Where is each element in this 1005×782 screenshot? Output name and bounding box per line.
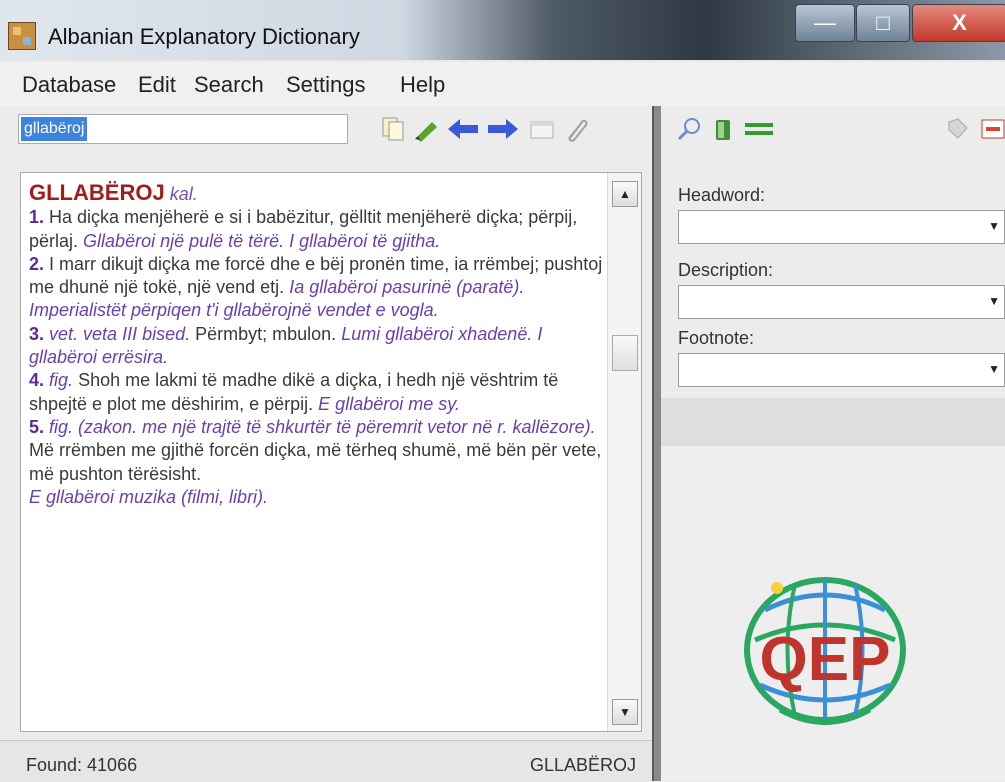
sense-number: 4. [29, 370, 45, 391]
sense-example: E gllabëroi me sy. [318, 393, 460, 414]
search-input-value: gllabëroj [21, 117, 88, 141]
menu-help[interactable]: Help [400, 72, 445, 98]
sense-example: Gllabëroi një pulë të tërë. I gllabëroi … [83, 230, 441, 251]
sense-number: 1. [29, 207, 45, 228]
copy-icon[interactable] [380, 116, 406, 142]
scroll-up-button[interactable]: ▲ [612, 181, 638, 207]
maximize-icon: □ [876, 10, 890, 35]
sense-grammar: fig. [49, 370, 74, 391]
remove-icon[interactable] [980, 116, 1005, 142]
sense-number: 3. [29, 323, 45, 344]
menu-bar: Database Edit Search Settings Help [0, 62, 1005, 107]
footnote-combo[interactable]: ▼ [678, 353, 1005, 387]
forward-arrow-icon[interactable] [486, 116, 520, 142]
window-title: Albanian Explanatory Dictionary [48, 24, 360, 49]
close-icon: X [952, 10, 967, 35]
window-icon[interactable] [528, 116, 558, 142]
sense-grammar: fig. (zakon. me një trajtë të shkurtër t… [49, 416, 596, 437]
attachment-icon[interactable] [562, 116, 588, 142]
filter-footer [661, 398, 1005, 447]
entry-headword: GLLABËROJ [29, 180, 165, 205]
headword-combo[interactable]: ▼ [678, 210, 1005, 244]
sense-grammar: vet. veta III bised. [49, 323, 191, 344]
close-button[interactable]: X [912, 4, 1005, 42]
minimize-button[interactable]: — [795, 4, 855, 42]
search-input[interactable]: gllabëroj [18, 114, 348, 144]
entry-view[interactable]: GLLABËROJ kal. 1. Ha diçka menjëherë e s… [20, 172, 642, 732]
vertical-scrollbar[interactable]: ▲ ▼ [607, 173, 641, 731]
tag-icon[interactable] [946, 116, 970, 142]
menu-database[interactable]: Database [22, 72, 116, 98]
footnote-label: Footnote: [678, 328, 755, 348]
maximize-button[interactable]: □ [856, 4, 910, 42]
sense-number: 5. [29, 416, 45, 437]
arrow-down-icon: ▼ [619, 705, 631, 719]
sense-definition: Shoh me lakmi të madhe dikë a diçka, i h… [29, 370, 559, 414]
chevron-down-icon: ▼ [988, 219, 1000, 233]
chevron-down-icon: ▼ [988, 294, 1000, 308]
menu-search[interactable]: Search [194, 72, 264, 98]
sense-definition: Përmbyt; mbulon. [195, 323, 337, 344]
menu-settings[interactable]: Settings [286, 72, 366, 98]
current-headword: GLLABËROJ [529, 755, 636, 775]
description-combo[interactable]: ▼ [678, 285, 1005, 319]
entry-pos: kal. [169, 184, 198, 204]
sense-example: E gllabëroi muzika (filmi, libri). [29, 486, 269, 507]
sense-definition: Më rrëmben me gjithë forcën diçka, më të… [29, 440, 602, 484]
headword-label: Headword: [678, 185, 766, 205]
back-arrow-icon[interactable] [446, 116, 480, 142]
menu-edit[interactable]: Edit [138, 72, 176, 98]
app-icon [8, 22, 36, 50]
scroll-down-button[interactable]: ▼ [612, 699, 638, 725]
sense-number: 2. [29, 253, 45, 274]
trash-icon[interactable] [710, 116, 736, 142]
status-bar: Found: 41066 GLLABËROJ [0, 740, 652, 782]
edit-icon[interactable] [412, 116, 442, 142]
scroll-thumb[interactable] [612, 335, 638, 371]
equals-icon[interactable] [742, 116, 776, 142]
title-bar: Albanian Explanatory Dictionary — □ X [0, 0, 1005, 60]
minimize-icon: — [814, 10, 836, 35]
dictionary-entry: GLLABËROJ kal. 1. Ha diçka menjëherë e s… [29, 181, 604, 509]
qep-logo: QEP [744, 577, 906, 725]
description-label: Description: [678, 260, 774, 280]
logo-text: QEP [760, 625, 891, 694]
arrow-up-icon: ▲ [619, 187, 631, 201]
magnifier-icon[interactable] [676, 116, 704, 142]
chevron-down-icon: ▼ [988, 362, 1000, 376]
found-count: Found: 41066 [26, 755, 138, 775]
